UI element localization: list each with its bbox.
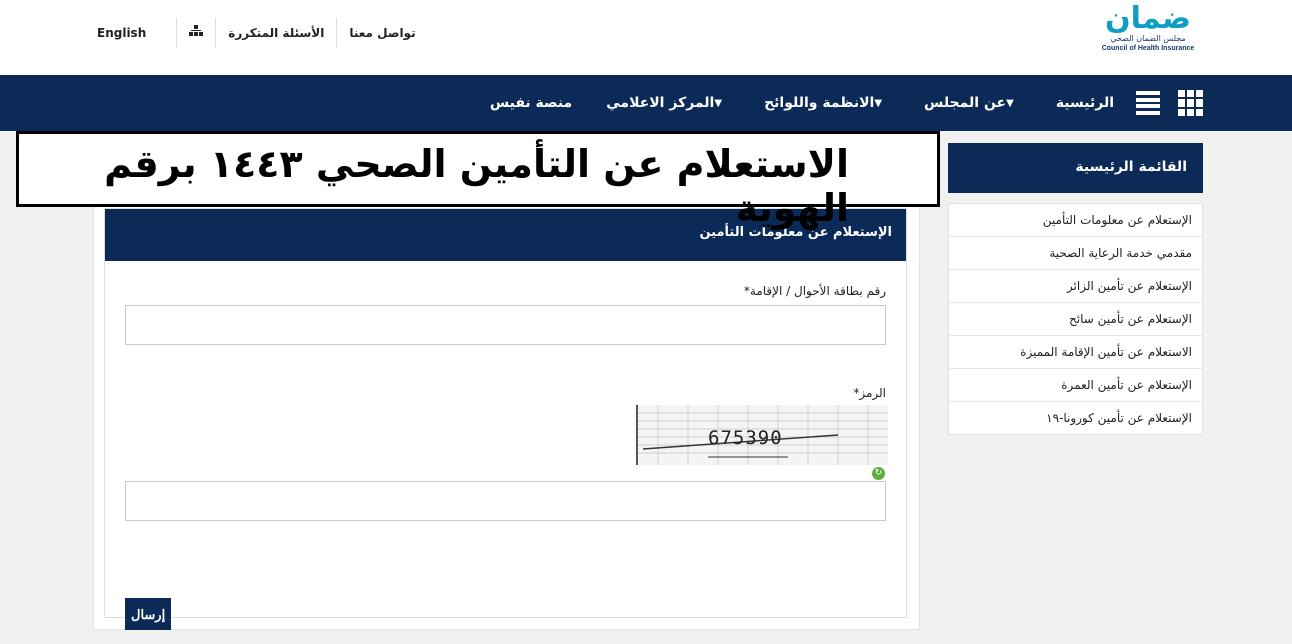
sitemap-icon[interactable] (177, 18, 215, 48)
insurance-inquiry-form: الإستعلام عن معلومات التأمين رقم بطاقة ا… (104, 208, 907, 630)
captcha-label: الرمز* (853, 386, 886, 400)
faq-link[interactable]: الأسئلة المتكررة (216, 18, 336, 48)
nav-home[interactable]: الرئيسية (1056, 95, 1114, 111)
language-switch-link[interactable]: English (92, 18, 176, 48)
top-links: English الأسئلة المتكررة تواصل معنا (92, 18, 428, 48)
top-header: English الأسئلة المتكررة تواصل معنا ضمان… (0, 0, 1292, 75)
submit-button[interactable]: إرسال (125, 598, 171, 630)
logo-english-name: Council of Health Insurance (1101, 45, 1195, 52)
sidebar-list: الإستعلام عن معلومات التأمين مقدمي خدمة … (948, 203, 1203, 435)
contact-link[interactable]: تواصل معنا (337, 18, 427, 48)
logo-arabic-name: مجلس الضمان الصحي (1110, 34, 1186, 43)
caret-down-icon: ▼ (714, 97, 723, 109)
nav-regulations[interactable]: الانظمة واللوائح ▼ (764, 95, 890, 111)
refresh-captcha-icon[interactable]: ↻ (872, 467, 885, 480)
id-number-input[interactable] (125, 305, 886, 345)
sidebar-item-providers[interactable]: مقدمي خدمة الرعاية الصحية (949, 237, 1202, 270)
nav-menu: الرئيسية عن المجلس ▼ الانظمة واللوائح ▼ ال… (456, 75, 1204, 131)
logo-wordmark: ضمان (1105, 1, 1192, 36)
sidebar-item-umrah-insurance[interactable]: الإستعلام عن تأمين العمرة (949, 369, 1202, 402)
main-navbar: الرئيسية عن المجلس ▼ الانظمة واللوائح ▼ ال… (0, 75, 1292, 131)
sidebar-main-menu: القائمة الرئيسية الإستعلام عن معلومات ال… (948, 143, 1203, 435)
captcha-input[interactable] (125, 481, 886, 521)
captcha-image: 675390 (636, 405, 888, 465)
sidebar-item-premium-residency[interactable]: الاستعلام عن تأمين الإقامة المميزة (949, 336, 1202, 369)
sidebar-item-tourist-insurance[interactable]: الإستعلام عن تأمين سائح (949, 303, 1202, 336)
apps-grid-icon[interactable] (1178, 90, 1204, 116)
id-number-label: رقم بطاقة الأحوال / الإقامة* (743, 284, 886, 298)
sidebar-title: القائمة الرئيسية (948, 143, 1203, 193)
council-logo[interactable]: ضمان مجلس الضمان الصحي Council of Health… (1098, 4, 1198, 56)
banner-title: الاستعلام عن التأمين الصحي ١٤٤٣ برقم اله… (104, 142, 849, 230)
sidebar-item-visitor-insurance[interactable]: الإستعلام عن تأمين الزائر (949, 270, 1202, 303)
nav-media-center[interactable]: المركز الاعلامي ▼ (606, 95, 730, 111)
caret-down-icon: ▼ (874, 97, 883, 109)
nav-about[interactable]: عن المجلس ▼ (924, 95, 1022, 111)
article-title-banner: الاستعلام عن التأمين الصحي ١٤٤٣ برقم اله… (16, 131, 940, 230)
nav-nafees[interactable]: منصة نفيس (490, 95, 572, 111)
sidebar-item-insurance-info[interactable]: الإستعلام عن معلومات التأمين (949, 204, 1202, 237)
menu-bars-icon[interactable] (1136, 91, 1160, 115)
captcha-code: 675390 (708, 427, 783, 449)
caret-down-icon: ▼ (1006, 97, 1014, 109)
sidebar-item-covid-insurance[interactable]: الإستعلام عن تأمين كورونا-١٩ (949, 402, 1202, 434)
